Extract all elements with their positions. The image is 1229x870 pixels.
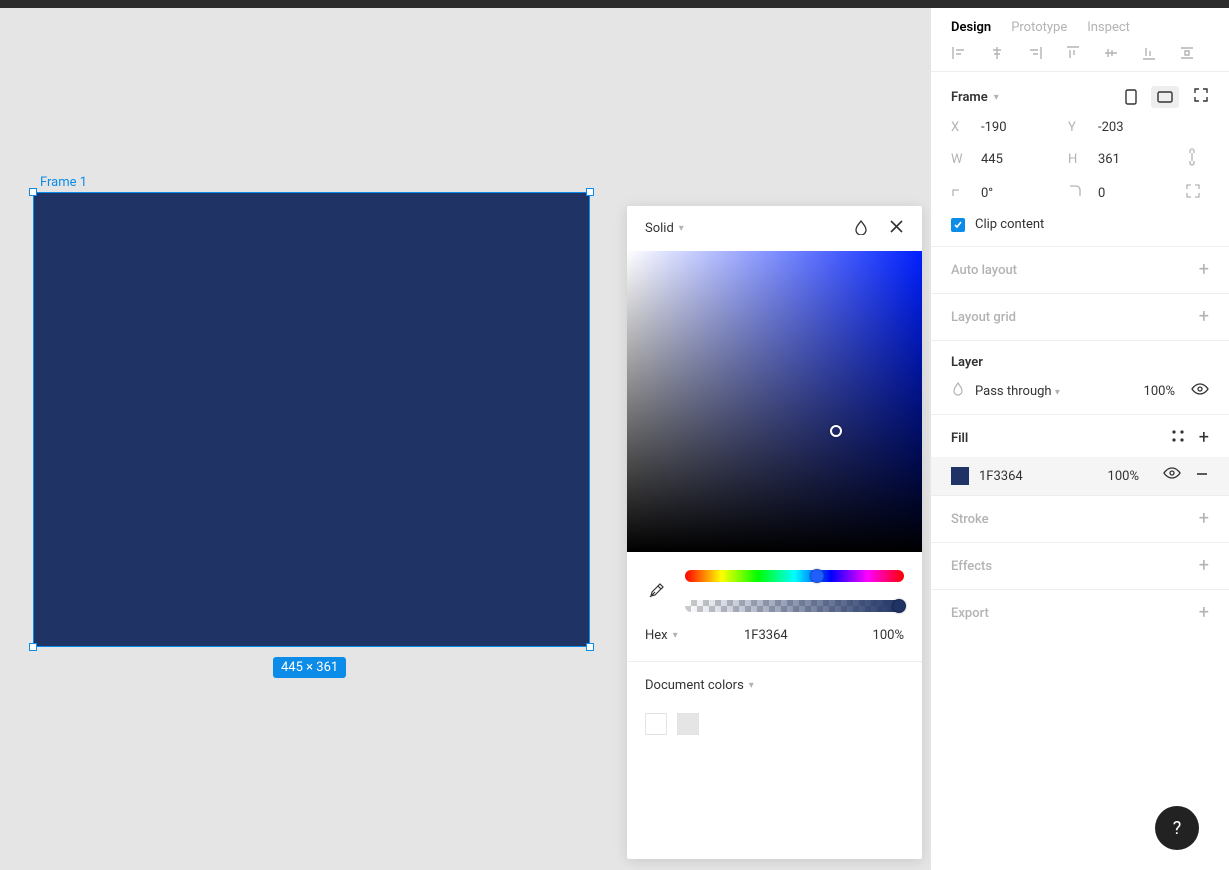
width-input[interactable]: W445 bbox=[951, 152, 1068, 167]
orientation-portrait[interactable] bbox=[1117, 86, 1145, 108]
document-colors-label: Document colors bbox=[645, 678, 744, 693]
clip-content-label: Clip content bbox=[975, 217, 1044, 232]
tab-inspect[interactable]: Inspect bbox=[1087, 20, 1130, 35]
layout-grid-label: Layout grid bbox=[951, 310, 1016, 325]
distribute-icon[interactable] bbox=[1179, 45, 1195, 61]
visibility-icon[interactable] bbox=[1191, 383, 1209, 399]
stroke-label: Stroke bbox=[951, 512, 989, 527]
frame-name-label[interactable]: Frame 1 bbox=[40, 175, 87, 190]
export-section: Export + bbox=[931, 590, 1229, 636]
sv-cursor[interactable] bbox=[830, 425, 842, 437]
auto-layout-section: Auto layout + bbox=[931, 247, 1229, 294]
hue-slider[interactable] bbox=[685, 570, 904, 582]
checkbox-checked-icon bbox=[951, 218, 965, 232]
add-stroke-button[interactable]: + bbox=[1199, 510, 1209, 528]
resize-handle-ne[interactable] bbox=[586, 188, 594, 196]
opacity-input[interactable]: 100% bbox=[854, 628, 904, 643]
frame-section: Frame ▾ X-190 Y-203 W445 H361 0° 0 Clip … bbox=[931, 72, 1229, 247]
y-input[interactable]: Y-203 bbox=[1068, 120, 1185, 135]
paint-type-dropdown[interactable]: Solid ▾ bbox=[645, 221, 684, 236]
layer-opacity-input[interactable]: 100% bbox=[1144, 384, 1175, 399]
align-vcenter-icon[interactable] bbox=[1103, 45, 1119, 61]
fill-title: Fill bbox=[951, 431, 968, 446]
color-picker: Solid ▾ Hex ▾ 1F3364 100% Doc bbox=[627, 206, 922, 859]
hue-knob[interactable] bbox=[810, 569, 824, 583]
independent-corners-icon[interactable] bbox=[1185, 183, 1209, 203]
layer-section: Layer Pass through ▾ 100% bbox=[931, 341, 1229, 415]
frame-preset-dropdown[interactable]: Frame ▾ bbox=[951, 90, 999, 105]
add-auto-layout-button[interactable]: + bbox=[1199, 261, 1209, 279]
align-right-icon[interactable] bbox=[1027, 45, 1043, 61]
rotation-icon bbox=[951, 184, 971, 202]
style-icon[interactable] bbox=[1171, 429, 1185, 447]
help-button[interactable]: ? bbox=[1155, 806, 1199, 850]
rotation-input[interactable]: 0° bbox=[951, 184, 1068, 202]
fill-section: Fill + 1F3364 100% bbox=[931, 415, 1229, 496]
visibility-icon[interactable] bbox=[1163, 467, 1181, 485]
layout-grid-section: Layout grid + bbox=[931, 294, 1229, 341]
document-colors-dropdown[interactable]: Document colors ▾ bbox=[627, 662, 922, 709]
chevron-down-icon: ▾ bbox=[679, 223, 684, 234]
add-fill-button[interactable]: + bbox=[1199, 429, 1209, 447]
alpha-slider[interactable] bbox=[685, 600, 904, 612]
dimensions-badge: 445 × 361 bbox=[273, 657, 346, 678]
hex-label: Hex bbox=[645, 628, 668, 643]
blend-mode-icon[interactable] bbox=[853, 219, 869, 239]
properties-panel: Design Prototype Inspect Frame ▾ X-190 Y… bbox=[930, 8, 1229, 870]
corner-radius-input[interactable]: 0 bbox=[1068, 184, 1185, 202]
auto-layout-label: Auto layout bbox=[951, 263, 1017, 278]
remove-fill-button[interactable] bbox=[1195, 467, 1209, 485]
resize-handle-se[interactable] bbox=[586, 643, 594, 651]
add-effect-button[interactable]: + bbox=[1199, 557, 1209, 575]
fill-item: 1F3364 100% bbox=[931, 457, 1229, 495]
align-hcenter-icon[interactable] bbox=[989, 45, 1005, 61]
align-left-icon[interactable] bbox=[951, 45, 967, 61]
tab-design[interactable]: Design bbox=[951, 20, 991, 35]
layer-title: Layer bbox=[951, 355, 983, 370]
fill-opacity-input[interactable]: 100% bbox=[1108, 469, 1139, 484]
resize-to-fit-icon[interactable] bbox=[1193, 87, 1209, 107]
paint-type-label: Solid bbox=[645, 221, 674, 236]
constrain-proportions-icon[interactable] bbox=[1185, 147, 1209, 171]
height-input[interactable]: H361 bbox=[1068, 152, 1185, 167]
hex-input[interactable]: 1F3364 bbox=[678, 628, 854, 643]
effects-label: Effects bbox=[951, 559, 992, 574]
align-top-icon[interactable] bbox=[1065, 45, 1081, 61]
fill-hex-input[interactable]: 1F3364 bbox=[979, 469, 1023, 484]
blend-mode-dropdown[interactable]: Pass through ▾ bbox=[975, 384, 1060, 399]
x-input[interactable]: X-190 bbox=[951, 120, 1068, 135]
selected-frame[interactable] bbox=[33, 192, 590, 647]
clip-content-checkbox[interactable]: Clip content bbox=[951, 217, 1209, 232]
color-model-dropdown[interactable]: Hex ▾ bbox=[645, 628, 678, 643]
resize-handle-nw[interactable] bbox=[29, 188, 37, 196]
blend-mode-icon bbox=[951, 382, 965, 400]
resize-handle-sw[interactable] bbox=[29, 643, 37, 651]
alpha-knob[interactable] bbox=[892, 599, 906, 613]
tab-prototype[interactable]: Prototype bbox=[1011, 20, 1067, 35]
add-layout-grid-button[interactable]: + bbox=[1199, 308, 1209, 326]
stroke-section: Stroke + bbox=[931, 496, 1229, 543]
fill-color-swatch[interactable] bbox=[951, 467, 969, 485]
frame-title: Frame bbox=[951, 90, 988, 105]
orientation-landscape[interactable] bbox=[1151, 86, 1179, 108]
corner-radius-icon bbox=[1068, 184, 1088, 202]
saturation-value-field[interactable] bbox=[627, 251, 922, 552]
panel-tabs: Design Prototype Inspect bbox=[931, 8, 1229, 45]
add-export-button[interactable]: + bbox=[1199, 604, 1209, 622]
doc-color-swatch[interactable] bbox=[645, 713, 667, 735]
eyedropper-icon[interactable] bbox=[645, 580, 667, 602]
align-bottom-icon[interactable] bbox=[1141, 45, 1157, 61]
export-label: Export bbox=[951, 606, 989, 621]
doc-color-swatch[interactable] bbox=[677, 713, 699, 735]
app-top-bar bbox=[0, 0, 1229, 8]
chevron-down-icon: ▾ bbox=[749, 680, 754, 691]
effects-section: Effects + bbox=[931, 543, 1229, 590]
chevron-down-icon: ▾ bbox=[994, 92, 999, 103]
chevron-down-icon: ▾ bbox=[1055, 387, 1060, 398]
close-icon[interactable] bbox=[889, 219, 904, 238]
